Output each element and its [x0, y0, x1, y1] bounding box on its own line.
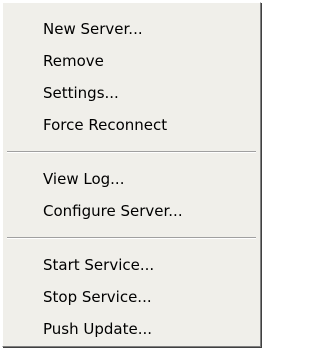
menu-item-label: Push Update...: [43, 320, 153, 338]
menu-item-label: Force Reconnect: [43, 116, 168, 134]
menu-item-label: Remove: [43, 52, 104, 70]
menu-item-stop-service[interactable]: Stop Service...: [3, 281, 260, 313]
menu-item-label: Start Service...: [43, 256, 155, 274]
menu-item-new-server[interactable]: New Server...: [3, 13, 260, 45]
menu-item-force-reconnect[interactable]: Force Reconnect: [3, 109, 260, 141]
menu-item-configure-server[interactable]: Configure Server...: [3, 195, 260, 227]
menu-separator: [7, 151, 256, 153]
menu-item-start-service[interactable]: Start Service...: [3, 249, 260, 281]
menu-item-view-log[interactable]: View Log...: [3, 163, 260, 195]
menu-item-label: Settings...: [43, 84, 119, 102]
menu-item-settings[interactable]: Settings...: [3, 77, 260, 109]
menu-item-label: View Log...: [43, 170, 125, 188]
menu-item-push-update[interactable]: Push Update...: [3, 313, 260, 345]
menu-item-label: Stop Service...: [43, 288, 152, 306]
menu-item-remove[interactable]: Remove: [3, 45, 260, 77]
menu-item-label: Configure Server...: [43, 202, 183, 220]
menu-item-label: New Server...: [43, 20, 143, 38]
menu-separator: [7, 237, 256, 239]
context-menu: New Server... Remove Settings... Force R…: [2, 2, 261, 347]
